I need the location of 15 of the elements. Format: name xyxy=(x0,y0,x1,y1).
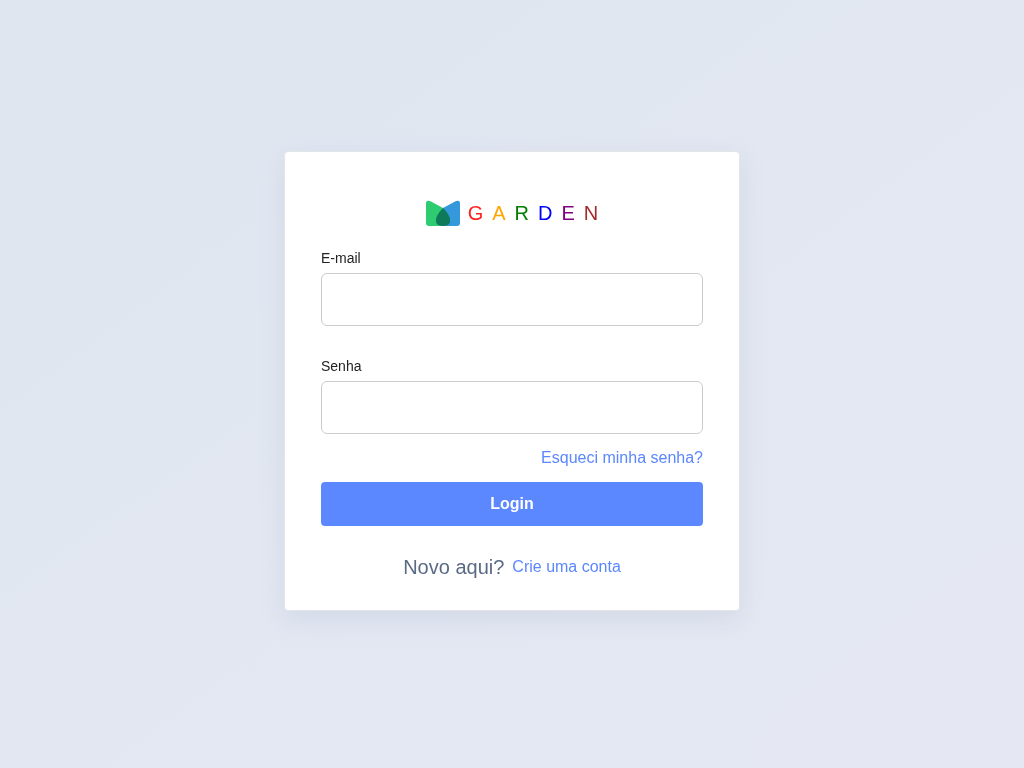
logo-letter: D xyxy=(538,203,553,223)
login-button[interactable]: Login xyxy=(321,482,703,526)
field-label: Senha xyxy=(321,357,363,376)
logo-letter: E xyxy=(561,203,575,223)
forgot-password-link[interactable]: Esqueci minha senha? xyxy=(541,446,703,470)
logo-letter: N xyxy=(583,203,599,223)
signup-link[interactable]: Crie uma conta xyxy=(512,555,621,579)
logo-letter: G xyxy=(467,203,484,223)
field-label: E-mail xyxy=(321,249,362,268)
logo-letter: A xyxy=(492,203,506,223)
signup-prompt: Novo aqui? xyxy=(403,555,505,580)
input-field[interactable] xyxy=(321,381,703,434)
logo-letter: R xyxy=(514,203,530,223)
logo-icon xyxy=(425,200,460,226)
input-field[interactable] xyxy=(321,273,703,326)
